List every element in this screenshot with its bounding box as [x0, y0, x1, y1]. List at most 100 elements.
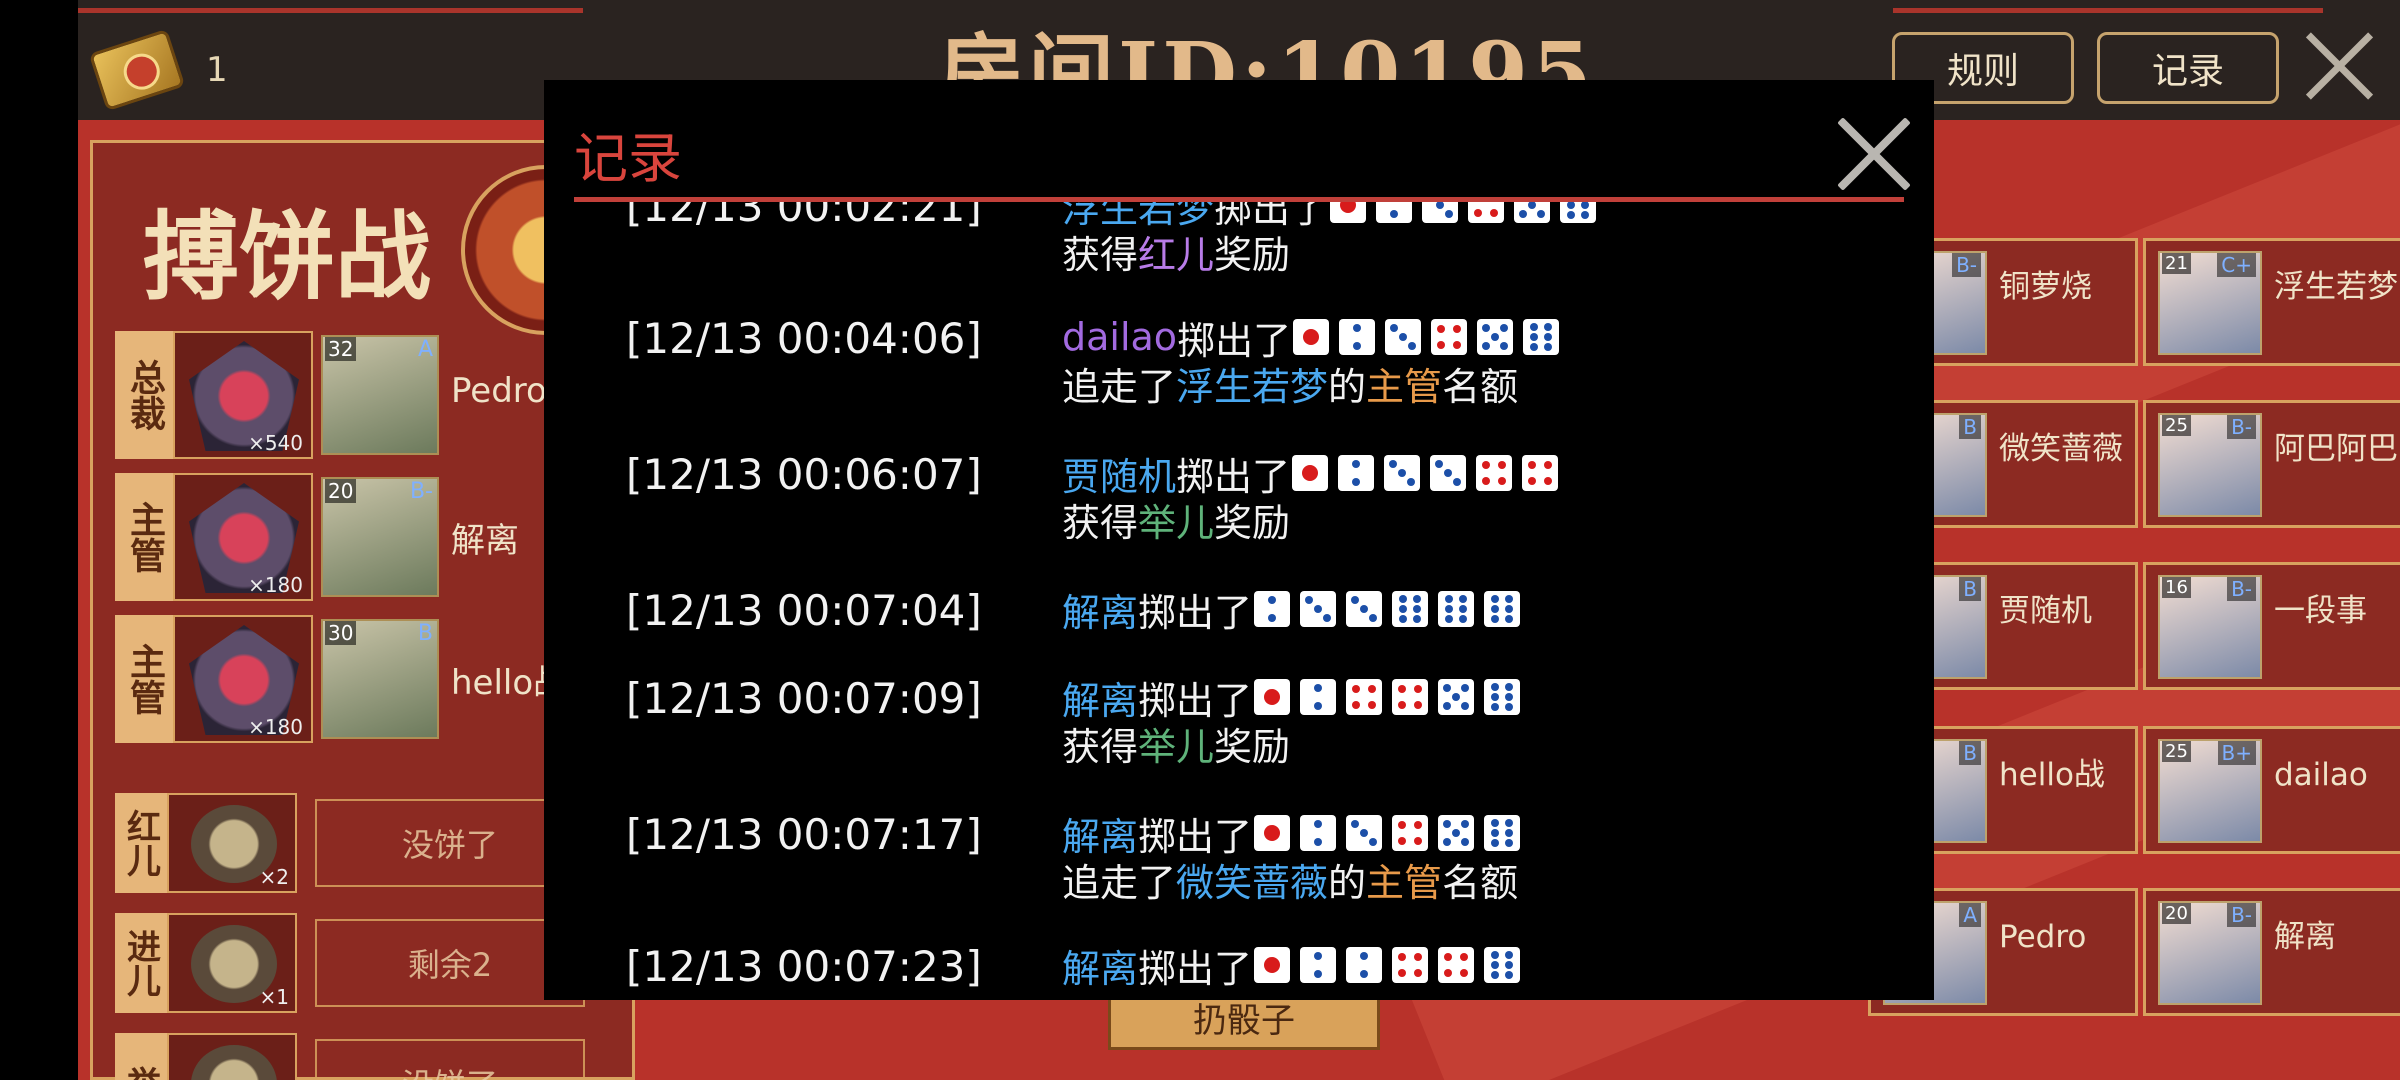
die-face-3-icon	[1422, 202, 1459, 223]
record-timestamp: [12/13 00:07:04]	[626, 586, 982, 635]
pip	[1490, 209, 1499, 217]
pip	[1482, 477, 1491, 485]
player-name: hello战	[1999, 757, 2105, 793]
pip	[1435, 460, 1444, 468]
die-face-6-icon	[1484, 947, 1521, 983]
die-face-5-icon	[1477, 319, 1514, 355]
record-text: 追走了	[1062, 860, 1177, 905]
record-line: 追走了 浮生若梦的主管 名额	[1062, 360, 1518, 409]
player-name: 贾随机	[1999, 593, 2092, 629]
record-timestamp: [12/13 00:02:21]	[626, 202, 982, 231]
close-icon[interactable]	[2300, 28, 2376, 104]
pip	[1443, 702, 1452, 710]
pip	[1544, 323, 1553, 331]
pip	[1459, 605, 1468, 613]
pip	[1498, 461, 1507, 469]
pip	[1491, 819, 1500, 827]
reward-qty: ×180	[248, 715, 303, 739]
pip	[1414, 837, 1423, 845]
player-card[interactable]: 20 B- 解离	[2143, 888, 2400, 1016]
grade-badge: A	[417, 337, 433, 362]
pip	[1519, 210, 1528, 218]
pip	[1414, 685, 1423, 693]
die-face-3-icon	[1430, 455, 1467, 491]
role-reward: ×540	[173, 331, 313, 459]
die-face-4-icon	[1392, 679, 1429, 715]
dice-result	[1254, 947, 1521, 983]
pip	[1264, 689, 1281, 705]
pip	[1544, 461, 1553, 469]
dice-result	[1330, 202, 1597, 223]
die-face-3-icon	[1346, 591, 1383, 627]
die-face-5-icon	[1438, 815, 1475, 851]
die-face-5-icon	[1438, 679, 1475, 715]
record-line: 获得 举儿 奖励	[1062, 496, 1290, 545]
pip	[1436, 202, 1445, 209]
bread-row: 举 没饼了	[115, 1033, 585, 1080]
level-badge: 20	[325, 479, 357, 503]
pip	[1437, 341, 1446, 349]
bread-tag: 红儿	[115, 793, 167, 893]
pip	[1505, 961, 1514, 969]
pip	[1369, 838, 1378, 846]
pip	[1491, 693, 1500, 701]
pip	[1264, 957, 1281, 973]
pip	[1444, 969, 1453, 977]
pip	[1505, 819, 1514, 827]
record-timestamp: [12/13 00:07:23]	[626, 942, 982, 991]
pip	[1452, 693, 1461, 701]
pip	[1360, 952, 1369, 960]
die-face-1-icon	[1254, 679, 1291, 715]
role-reward: ×180	[173, 615, 313, 743]
record-text: 的	[1328, 364, 1367, 409]
player-card[interactable]: 25 B- 阿巴阿巴	[2143, 400, 2400, 528]
bread-state: 没饼了	[315, 1039, 585, 1080]
pip	[1491, 595, 1500, 603]
player-card[interactable]: 21 C+ 浮生若梦	[2143, 238, 2400, 366]
player-name: dailao	[2274, 757, 2368, 793]
player-card[interactable]: 25 B+ dailao	[2143, 726, 2400, 854]
die-face-2-icon	[1254, 591, 1291, 627]
dice-result	[1254, 815, 1521, 851]
close-icon[interactable]	[1834, 114, 1914, 194]
die-face-6-icon	[1392, 591, 1429, 627]
pip	[1437, 325, 1446, 333]
record-text: 主管	[1366, 364, 1443, 409]
record-list[interactable]: [12/13 00:02:21] 浮生若梦 掷出了 获得 红儿 奖励 [12/13 00:0…	[544, 202, 1934, 1000]
die-face-2-icon	[1346, 947, 1383, 983]
pip	[1530, 323, 1539, 331]
die-face-1-icon	[1254, 815, 1291, 851]
avatar[interactable]: 30 B	[321, 619, 439, 739]
pip	[1314, 970, 1323, 978]
pip	[1474, 209, 1483, 217]
player-card[interactable]: 16 B- 一段事	[2143, 562, 2400, 690]
pip	[1491, 829, 1500, 837]
pip	[1368, 685, 1377, 693]
pip	[1353, 324, 1362, 332]
pip	[1491, 951, 1500, 959]
role-tag: 主管	[115, 615, 173, 743]
avatar: 25 B-	[2158, 413, 2262, 517]
bread-reward: ×2	[167, 793, 297, 893]
die-face-3-icon	[1385, 319, 1422, 355]
pip	[1491, 615, 1500, 623]
die-face-2-icon	[1300, 947, 1337, 983]
pip	[1353, 342, 1362, 350]
record-text: 奖励	[1214, 232, 1291, 277]
pip	[1453, 341, 1462, 349]
die-face-1-icon	[1330, 202, 1367, 223]
avatar[interactable]: 20 B-	[321, 477, 439, 597]
bread-row: 红儿 ×2 没饼了	[115, 793, 585, 893]
bread-qty: ×2	[259, 865, 289, 889]
record-text: 奖励	[1214, 500, 1291, 545]
player-name: 阿巴阿巴	[2274, 431, 2398, 467]
level-badge: 32	[325, 337, 357, 361]
pip	[1314, 952, 1323, 960]
pip	[1544, 333, 1553, 341]
pip	[1530, 333, 1539, 341]
record-text: 名额	[1442, 364, 1519, 409]
pip	[1445, 605, 1454, 613]
die-face-2-icon	[1338, 455, 1375, 491]
avatar[interactable]: 32 A	[321, 335, 439, 455]
records-button[interactable]: 记录	[2097, 32, 2279, 104]
